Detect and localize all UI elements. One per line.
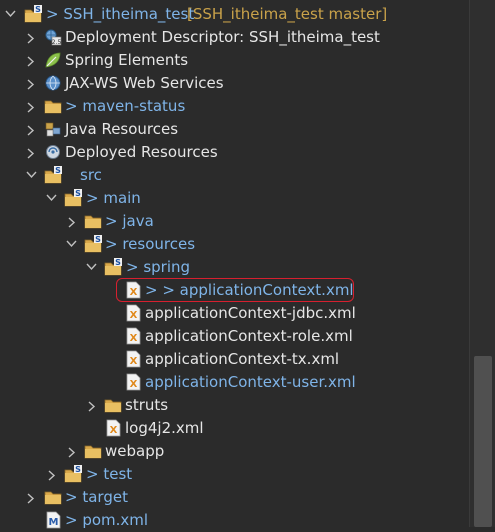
tree-item-label: > SSH_itheima_test — [46, 5, 195, 23]
java-resources-icon — [45, 122, 61, 137]
xml-file-icon — [104, 419, 122, 437]
scrollbar-thumb[interactable] — [474, 356, 492, 527]
xml-file-icon — [124, 350, 142, 368]
tree-item-label: > main — [86, 189, 141, 207]
chevron-right-icon[interactable] — [66, 210, 78, 233]
tree-item-label: > pom.xml — [65, 511, 149, 529]
tree-item-label: applicationContext-tx.xml — [145, 350, 340, 368]
tree-item-deployed-resources[interactable]: Deployed Resources — [0, 141, 470, 164]
project-explorer-tree: > SSH_itheima_test [SSH_itheima_test mas… — [0, 0, 470, 529]
tree-item-log4j2[interactable]: log4j2.xml — [0, 417, 470, 440]
tree-item-application-context-user[interactable]: applicationContext-user.xml — [0, 371, 470, 394]
chevron-down-icon[interactable] — [85, 256, 97, 279]
chevron-down-icon[interactable] — [65, 233, 77, 256]
tree-item-label: Spring Elements — [65, 51, 189, 69]
tree-item-target[interactable]: > target — [0, 486, 470, 509]
tree-item-webapp[interactable]: webapp — [0, 440, 470, 463]
tree-item-src[interactable]: src — [0, 164, 470, 187]
tree-item-java[interactable]: > java — [0, 210, 470, 233]
folder-icon — [44, 488, 62, 506]
tree-item-label: applicationContext-user.xml — [145, 373, 356, 391]
tree-item-application-context-jdbc[interactable]: applicationContext-jdbc.xml — [0, 302, 470, 325]
tree-item-test[interactable]: > test — [0, 463, 470, 486]
chevron-down-icon[interactable] — [45, 187, 57, 210]
folder-icon — [44, 166, 62, 184]
tree-item-label: > test — [86, 465, 133, 483]
tree-item-label: > target — [65, 488, 128, 506]
tree-item-pom[interactable]: > pom.xml — [0, 509, 470, 532]
svg-text:2.5: 2.5 — [52, 39, 62, 46]
folder-icon — [84, 235, 102, 253]
tree-item-jax-ws[interactable]: JAX-WS Web Services — [0, 72, 470, 95]
tree-item-label: applicationContext-jdbc.xml — [145, 304, 356, 322]
chevron-right-icon[interactable] — [25, 95, 37, 118]
tree-item-label: src — [80, 166, 102, 184]
tree-item-spring[interactable]: > spring — [0, 256, 470, 279]
tree-item-spring-elements[interactable]: Spring Elements — [0, 49, 470, 72]
chevron-right-icon[interactable] — [66, 440, 78, 463]
tree-item-label: struts — [125, 396, 169, 414]
folder-icon — [64, 465, 82, 483]
chevron-right-icon[interactable] — [25, 26, 37, 49]
tree-item-label: Java Resources — [65, 120, 179, 138]
deployment-descriptor-icon: 2.5 — [45, 29, 62, 46]
folder-icon — [104, 258, 122, 276]
tree-item-label: > resources — [105, 235, 196, 253]
chevron-right-icon[interactable] — [25, 72, 37, 95]
chevron-right-icon[interactable] — [25, 141, 37, 164]
tree-item-application-context-tx[interactable]: applicationContext-tx.xml — [0, 348, 470, 371]
tree-item-label: webapp — [105, 442, 165, 460]
xml-file-icon — [124, 327, 142, 345]
tree-item-java-resources[interactable]: Java Resources — [0, 118, 470, 141]
folder-icon — [84, 212, 102, 230]
tree-item-resources[interactable]: > resources — [0, 233, 470, 256]
tree-item-struts[interactable]: struts — [0, 394, 470, 417]
vertical-scrollbar[interactable] — [469, 0, 495, 527]
xml-file-icon — [124, 373, 142, 391]
chevron-right-icon[interactable] — [46, 463, 58, 486]
tree-item-label: Deployment Descriptor: SSH_itheima_test — [65, 28, 380, 46]
tree-item-label: Deployed Resources — [65, 143, 218, 161]
tree-item-label: > > applicationContext.xml — [145, 281, 354, 299]
tree-item-label: JAX-WS Web Services — [65, 74, 224, 92]
maven-pom-icon — [44, 511, 62, 529]
tree-item-label: log4j2.xml — [125, 419, 204, 437]
tree-item-deployment-descriptor[interactable]: 2.5 Deployment Descriptor: SSH_itheima_t… — [0, 26, 470, 49]
xml-file-icon — [124, 304, 142, 322]
tree-item-maven-status[interactable]: > maven-status — [0, 95, 470, 118]
chevron-right-icon[interactable] — [86, 394, 98, 417]
project-icon — [24, 5, 42, 23]
spring-leaf-icon — [45, 52, 61, 68]
tree-item-label: applicationContext-role.xml — [145, 327, 353, 345]
tree-item-application-context[interactable]: > > applicationContext.xml — [0, 279, 470, 302]
chevron-right-icon[interactable] — [25, 118, 37, 141]
chevron-down-icon[interactable] — [25, 164, 37, 187]
chevron-right-icon[interactable] — [25, 49, 37, 72]
folder-icon — [84, 442, 102, 460]
tree-item-label: > spring — [126, 258, 191, 276]
deployed-resources-icon — [46, 145, 60, 159]
folder-icon — [44, 97, 62, 115]
chevron-down-icon[interactable] — [4, 3, 16, 26]
xml-file-icon — [124, 281, 142, 299]
web-services-icon — [45, 75, 61, 91]
folder-icon — [104, 396, 122, 414]
tree-item-label: > maven-status — [65, 97, 186, 115]
tree-item-application-context-role[interactable]: applicationContext-role.xml — [0, 325, 470, 348]
tree-item-main[interactable]: > main — [0, 187, 470, 210]
tree-item-label: > java — [105, 212, 154, 230]
chevron-right-icon[interactable] — [25, 486, 37, 509]
tree-item-project[interactable]: > SSH_itheima_test [SSH_itheima_test mas… — [0, 3, 470, 26]
git-branch-decoration: [SSH_itheima_test master] — [187, 5, 388, 23]
folder-icon — [64, 189, 82, 207]
